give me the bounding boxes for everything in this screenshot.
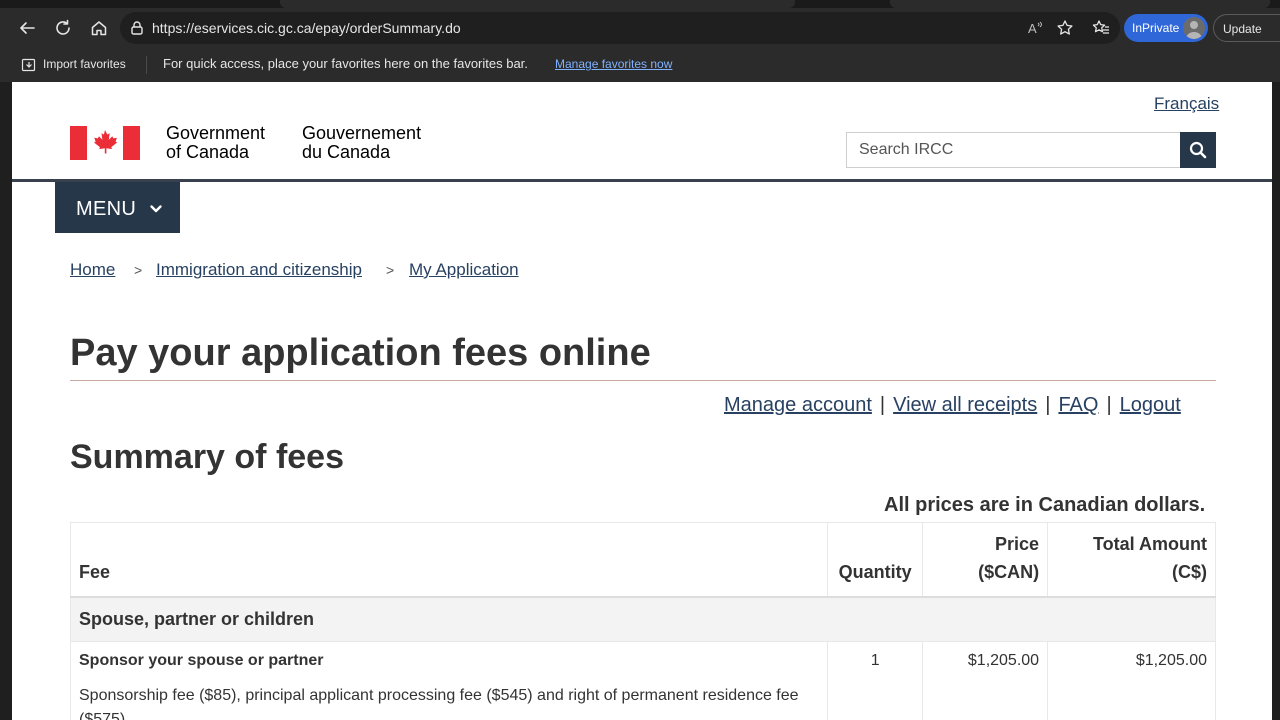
currency-note: All prices are in Canadian dollars. — [884, 494, 1206, 516]
header-total: Total Amount (C$) — [1047, 522, 1216, 598]
fee-title: Sponsor your spouse or partner — [79, 652, 324, 669]
browser-tab[interactable] — [890, 0, 1270, 8]
government-of-canada-wordmark[interactable]: Government of Canada — [166, 124, 265, 162]
favorites-divider — [146, 56, 147, 74]
gouvernement-du-canada-wordmark[interactable]: Gouvernement du Canada — [302, 124, 421, 162]
view-all-receipts-link[interactable]: View all receipts — [893, 394, 1037, 416]
link-separator: | — [879, 394, 886, 416]
wordmark-fr-line1: Gouvernement — [302, 123, 422, 143]
total-cell: $1,205.00 — [1047, 641, 1216, 720]
header-fee: Fee — [69, 522, 829, 598]
table-row: Sponsor your spouse or partner Sponsorsh… — [69, 641, 1216, 720]
link-separator: | — [1106, 394, 1112, 416]
read-aloud-icon[interactable]: A — [1026, 19, 1044, 37]
favorites-bar: Import favorites For quick access, place… — [0, 48, 1280, 82]
inprivate-label: InPrivate — [1132, 21, 1180, 35]
chevron-down-icon — [150, 205, 162, 213]
breadcrumb-separator: > — [386, 262, 395, 278]
svg-text:A: A — [1028, 21, 1037, 36]
lock-icon[interactable] — [129, 20, 145, 36]
header-price-line2: ($CAN) — [978, 561, 1040, 582]
menu-button[interactable]: MENU — [55, 182, 180, 233]
table-header-row: Fee Quantity Price ($CAN) Total Amount (… — [69, 522, 1216, 598]
manage-favorites-link[interactable]: Manage favorites now — [555, 57, 672, 71]
header-divider — [12, 179, 1272, 182]
search-input[interactable] — [847, 133, 1180, 167]
title-underline — [70, 380, 1216, 381]
breadcrumb-home[interactable]: Home — [70, 260, 115, 280]
group-label: Spouse, partner or children — [70, 596, 1216, 642]
section-title: Summary of fees — [70, 438, 344, 476]
language-toggle-link[interactable]: Français — [1154, 94, 1219, 114]
favorites-message: For quick access, place your favorites h… — [163, 56, 528, 71]
manage-account-link[interactable]: Manage account — [724, 394, 872, 416]
browser-toolbar: https://eservices.cic.gc.ca/epay/orderSu… — [0, 8, 1280, 48]
import-favorites-icon[interactable] — [21, 57, 37, 73]
page-viewport: Français Government of Canada Gouverneme… — [12, 82, 1272, 720]
wordmark-fr-line2: du Canada — [302, 142, 391, 162]
favorites-icon[interactable] — [1092, 19, 1110, 37]
home-icon — [91, 21, 107, 36]
account-links: Manage account | View all receipts | FAQ | Log… — [724, 394, 1181, 417]
page-title: Pay your application fees online — [70, 332, 651, 374]
logout-link[interactable]: Logout — [1120, 394, 1181, 416]
header-total-line2: (C$) — [1172, 561, 1207, 582]
canada-flag-icon[interactable] — [70, 126, 140, 160]
wordmark-en-line1: Government — [166, 123, 266, 143]
breadcrumb-separator: > — [134, 262, 143, 278]
refresh-icon — [56, 19, 70, 35]
back-arrow-icon — [20, 22, 35, 34]
search-button[interactable] — [1180, 132, 1216, 168]
breadcrumb-immigration-citizenship[interactable]: Immigration and citizenship — [156, 260, 362, 280]
home-button[interactable] — [86, 16, 112, 40]
fees-table: Fee Quantity Price ($CAN) Total Amount (… — [69, 522, 1216, 720]
inprivate-button[interactable]: InPrivate — [1124, 14, 1208, 42]
search-box — [846, 132, 1180, 168]
star-icon[interactable] — [1056, 19, 1074, 37]
fee-description: Sponsorship fee ($85), principal applica… — [79, 687, 799, 720]
header-total-line1: Total Amount — [1093, 533, 1207, 554]
back-button[interactable] — [14, 16, 40, 40]
profile-avatar-icon — [1183, 17, 1205, 39]
price-cell: $1,205.00 — [922, 641, 1049, 720]
quantity-cell: 1 — [827, 641, 924, 720]
table-group-row: Spouse, partner or children — [70, 596, 1216, 642]
browser-tab-strip — [0, 0, 1280, 8]
header-price: Price ($CAN) — [922, 522, 1049, 598]
faq-link[interactable]: FAQ — [1058, 394, 1098, 416]
header-quantity: Quantity — [827, 522, 924, 598]
fee-cell: Sponsor your spouse or partner Sponsorsh… — [69, 641, 829, 720]
search-icon — [1189, 141, 1207, 159]
url-text[interactable]: https://eservices.cic.gc.ca/epay/orderSu… — [152, 20, 461, 36]
refresh-button[interactable] — [50, 16, 76, 40]
link-separator: | — [1045, 394, 1051, 416]
header-price-line1: Price — [995, 533, 1040, 554]
browser-tab[interactable] — [280, 0, 795, 8]
update-button[interactable]: Update — [1213, 14, 1280, 42]
address-bar[interactable]: https://eservices.cic.gc.ca/epay/orderSu… — [120, 12, 1120, 44]
import-favorites-link[interactable]: Import favorites — [43, 57, 126, 71]
wordmark-en-line2: of Canada — [166, 142, 250, 162]
menu-label: MENU — [76, 198, 137, 220]
breadcrumb-my-application[interactable]: My Application — [409, 260, 519, 280]
update-label: Update — [1223, 22, 1262, 36]
